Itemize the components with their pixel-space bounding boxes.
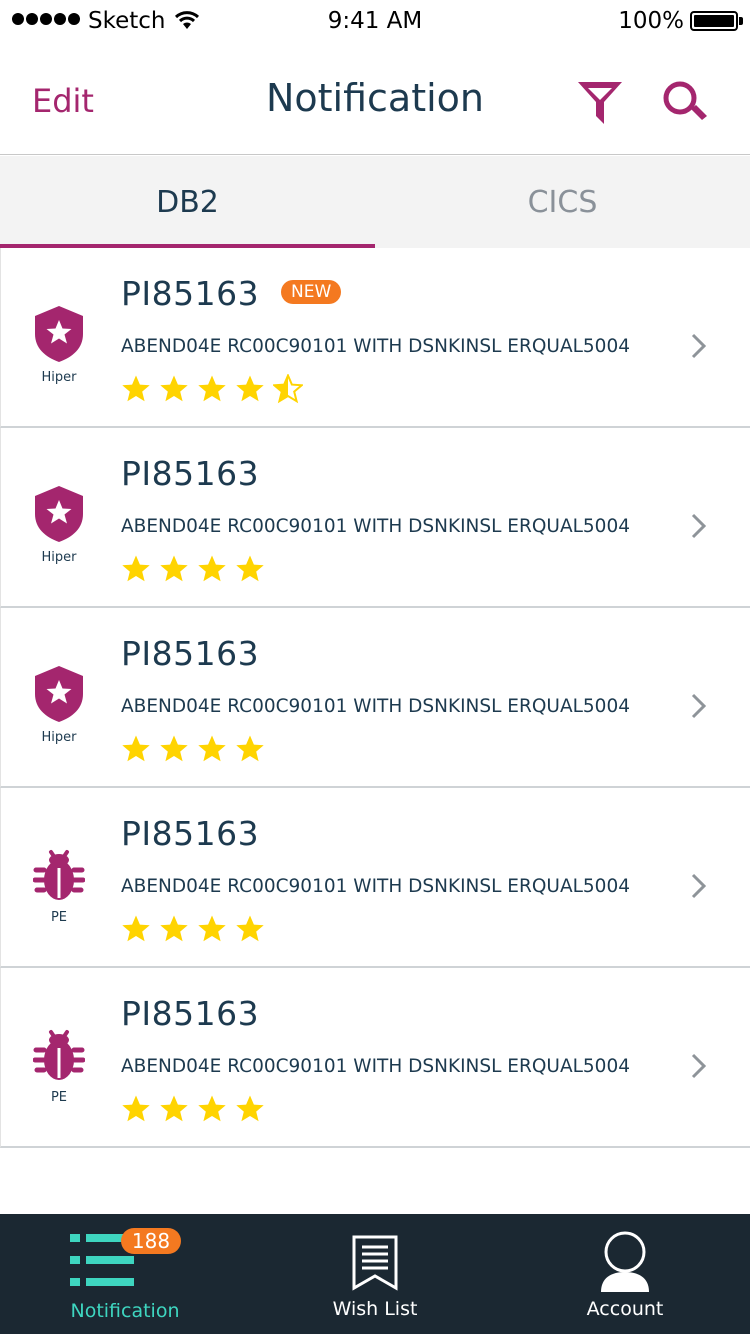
chevron-right-icon (691, 693, 707, 719)
bug-icon (33, 850, 85, 900)
star-icon (160, 915, 188, 942)
star-icon (198, 915, 226, 942)
star-icon (198, 1095, 226, 1122)
row-id: PI85163 (121, 994, 260, 1033)
chevron-right-icon (691, 333, 707, 359)
star-icon (198, 735, 226, 762)
battery-tip (739, 17, 743, 25)
rating-stars (121, 554, 265, 584)
tab-wish-list[interactable]: Wish List (250, 1214, 500, 1334)
star-icon (122, 1095, 150, 1122)
star-icon (122, 375, 150, 402)
tab-notification[interactable]: 188 Notification (0, 1214, 250, 1334)
row-id: PI85163 (121, 814, 260, 853)
tab-account[interactable]: Account (500, 1214, 750, 1334)
segment-tabs: DB2 CICS (0, 156, 750, 248)
notification-list: Hiper PI85163 NEW ABEND04E RC00C90101 WI… (0, 248, 750, 1148)
list-item[interactable]: Hiper PI85163 ABEND04E RC00C90101 WITH D… (0, 608, 750, 788)
row-description: ABEND04E RC00C90101 WITH DSNKINSL ERQUAL… (121, 876, 630, 897)
star-icon (198, 375, 226, 402)
star-icon (160, 735, 188, 762)
row-id: PI85163 (121, 274, 260, 313)
list-item[interactable]: PE PI85163 ABEND04E RC00C90101 WITH DSNK… (0, 968, 750, 1148)
chevron-right-icon (691, 1053, 707, 1079)
star-icon (236, 915, 264, 942)
row-description: ABEND04E RC00C90101 WITH DSNKINSL ERQUAL… (121, 336, 630, 357)
tab-db2[interactable]: DB2 (0, 156, 375, 248)
chevron-right-icon (691, 873, 707, 899)
list-item[interactable]: Hiper PI85163 ABEND04E RC00C90101 WITH D… (0, 428, 750, 608)
star-icon (236, 555, 264, 582)
tab-account-label: Account (586, 1298, 664, 1320)
list-item[interactable]: PE PI85163 ABEND04E RC00C90101 WITH DSNK… (0, 788, 750, 968)
row-id: PI85163 (121, 454, 260, 493)
bug-icon (33, 1030, 85, 1080)
row-description: ABEND04E RC00C90101 WITH DSNKINSL ERQUAL… (121, 1056, 630, 1077)
rating-stars (121, 374, 303, 404)
row-description: ABEND04E RC00C90101 WITH DSNKINSL ERQUAL… (121, 516, 630, 537)
star-icon (122, 915, 150, 942)
star-icon (160, 375, 188, 402)
row-id: PI85163 (121, 634, 260, 673)
star-icon (236, 735, 264, 762)
star-icon (160, 555, 188, 582)
page-title: Notification (265, 76, 485, 120)
row-type: PE (29, 1024, 89, 1105)
row-type: Hiper (29, 304, 89, 385)
user-icon (601, 1231, 649, 1292)
search-icon[interactable] (660, 78, 712, 130)
status-bar: Sketch 9:41 AM 100% (0, 0, 750, 44)
row-type-label: PE (50, 910, 68, 925)
bottom-tab-bar: 188 Notification Wish List Account (0, 1214, 750, 1334)
shield-star-icon (35, 306, 83, 362)
edit-button[interactable]: Edit (32, 82, 94, 120)
row-type-label: Hiper (41, 550, 77, 565)
list-item[interactable]: Hiper PI85163 NEW ABEND04E RC00C90101 WI… (0, 248, 750, 428)
battery-percentage: 100% (618, 8, 684, 34)
battery-icon (690, 11, 738, 31)
chevron-right-icon (691, 513, 707, 539)
shield-star-icon (35, 666, 83, 722)
row-type-label: Hiper (41, 730, 77, 745)
shield-star-icon (35, 486, 83, 542)
tab-cics[interactable]: CICS (375, 156, 750, 248)
row-type-label: PE (50, 1090, 68, 1105)
row-type-label: Hiper (41, 370, 77, 385)
new-badge: NEW (281, 280, 342, 304)
star-icon (198, 555, 226, 582)
filter-icon[interactable] (576, 80, 624, 126)
rating-stars (121, 914, 265, 944)
rating-stars (121, 734, 265, 764)
tab-notification-label: Notification (70, 1300, 180, 1322)
document-icon (352, 1235, 398, 1291)
notification-count-badge: 188 (121, 1228, 181, 1254)
navigation-bar: Edit Notification (0, 44, 750, 155)
half-star-icon (273, 374, 303, 404)
tab-wish-list-label: Wish List (332, 1298, 418, 1320)
row-type: Hiper (29, 484, 89, 565)
star-icon (236, 375, 264, 402)
star-icon (236, 1095, 264, 1122)
star-icon (122, 735, 150, 762)
rating-stars (121, 1094, 265, 1124)
star-icon (122, 555, 150, 582)
row-type: PE (29, 844, 89, 925)
star-icon (160, 1095, 188, 1122)
row-type: Hiper (29, 664, 89, 745)
row-description: ABEND04E RC00C90101 WITH DSNKINSL ERQUAL… (121, 696, 630, 717)
